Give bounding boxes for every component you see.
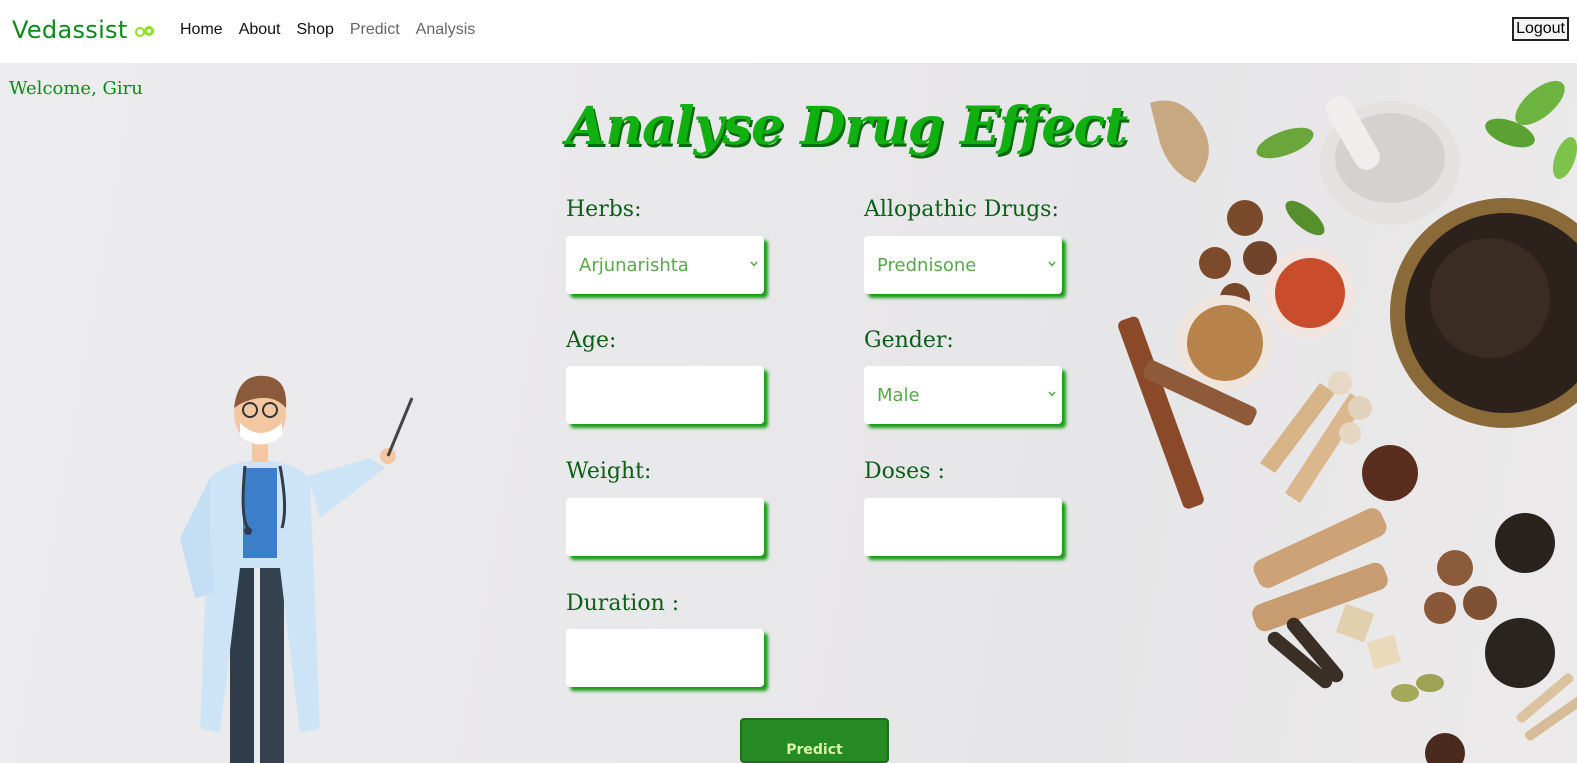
doses-label: Doses : <box>864 459 945 484</box>
weight-input[interactable] <box>566 498 764 556</box>
age-input[interactable] <box>566 366 764 424</box>
gender-select[interactable]: Male <box>864 366 1062 424</box>
top-navbar: Vedassist Home About Shop Predict Analys… <box>0 0 1577 63</box>
predict-button[interactable]: Predict <box>740 718 889 763</box>
brand-name: Vedassist <box>12 16 128 44</box>
allopathic-drugs-label: Allopathic Drugs: <box>864 197 1059 222</box>
nav-shop-link[interactable]: Shop <box>297 21 334 39</box>
duration-input[interactable] <box>566 629 764 687</box>
herbs-label: Herbs: <box>566 197 642 222</box>
capsule-logo-icon <box>134 19 156 41</box>
duration-label: Duration : <box>566 591 680 616</box>
herbs-spices-illustration <box>1118 80 1577 763</box>
weight-label: Weight: <box>566 459 652 484</box>
background-scene: Welcome, Giru <box>0 63 1577 763</box>
brand-link[interactable]: Vedassist <box>12 16 156 44</box>
nav-links: Home About Shop Predict Analysis <box>180 21 475 39</box>
doctor-illustration <box>180 375 414 763</box>
chevron-down-icon <box>1048 261 1056 267</box>
nav-analysis-link[interactable]: Analysis <box>416 21 476 39</box>
herbs-selected-value: Arjunarishta <box>579 254 689 276</box>
nav-home-link[interactable]: Home <box>180 21 223 39</box>
page-title: Analyse Drug Effect <box>566 96 1128 157</box>
gender-label: Gender: <box>864 328 954 353</box>
nav-about-link[interactable]: About <box>239 21 281 39</box>
welcome-message: Welcome, Giru <box>9 78 143 99</box>
age-label: Age: <box>566 328 617 353</box>
drugs-selected-value: Prednisone <box>877 254 977 276</box>
logout-button[interactable]: Logout <box>1512 17 1569 41</box>
doses-input[interactable] <box>864 498 1062 556</box>
gender-selected-value: Male <box>877 384 920 406</box>
herbs-select[interactable]: Arjunarishta <box>566 236 764 294</box>
allopathic-drugs-select[interactable]: Prednisone <box>864 236 1062 294</box>
chevron-down-icon <box>750 261 758 267</box>
nav-predict-link[interactable]: Predict <box>350 21 400 39</box>
chevron-down-icon <box>1048 391 1056 397</box>
